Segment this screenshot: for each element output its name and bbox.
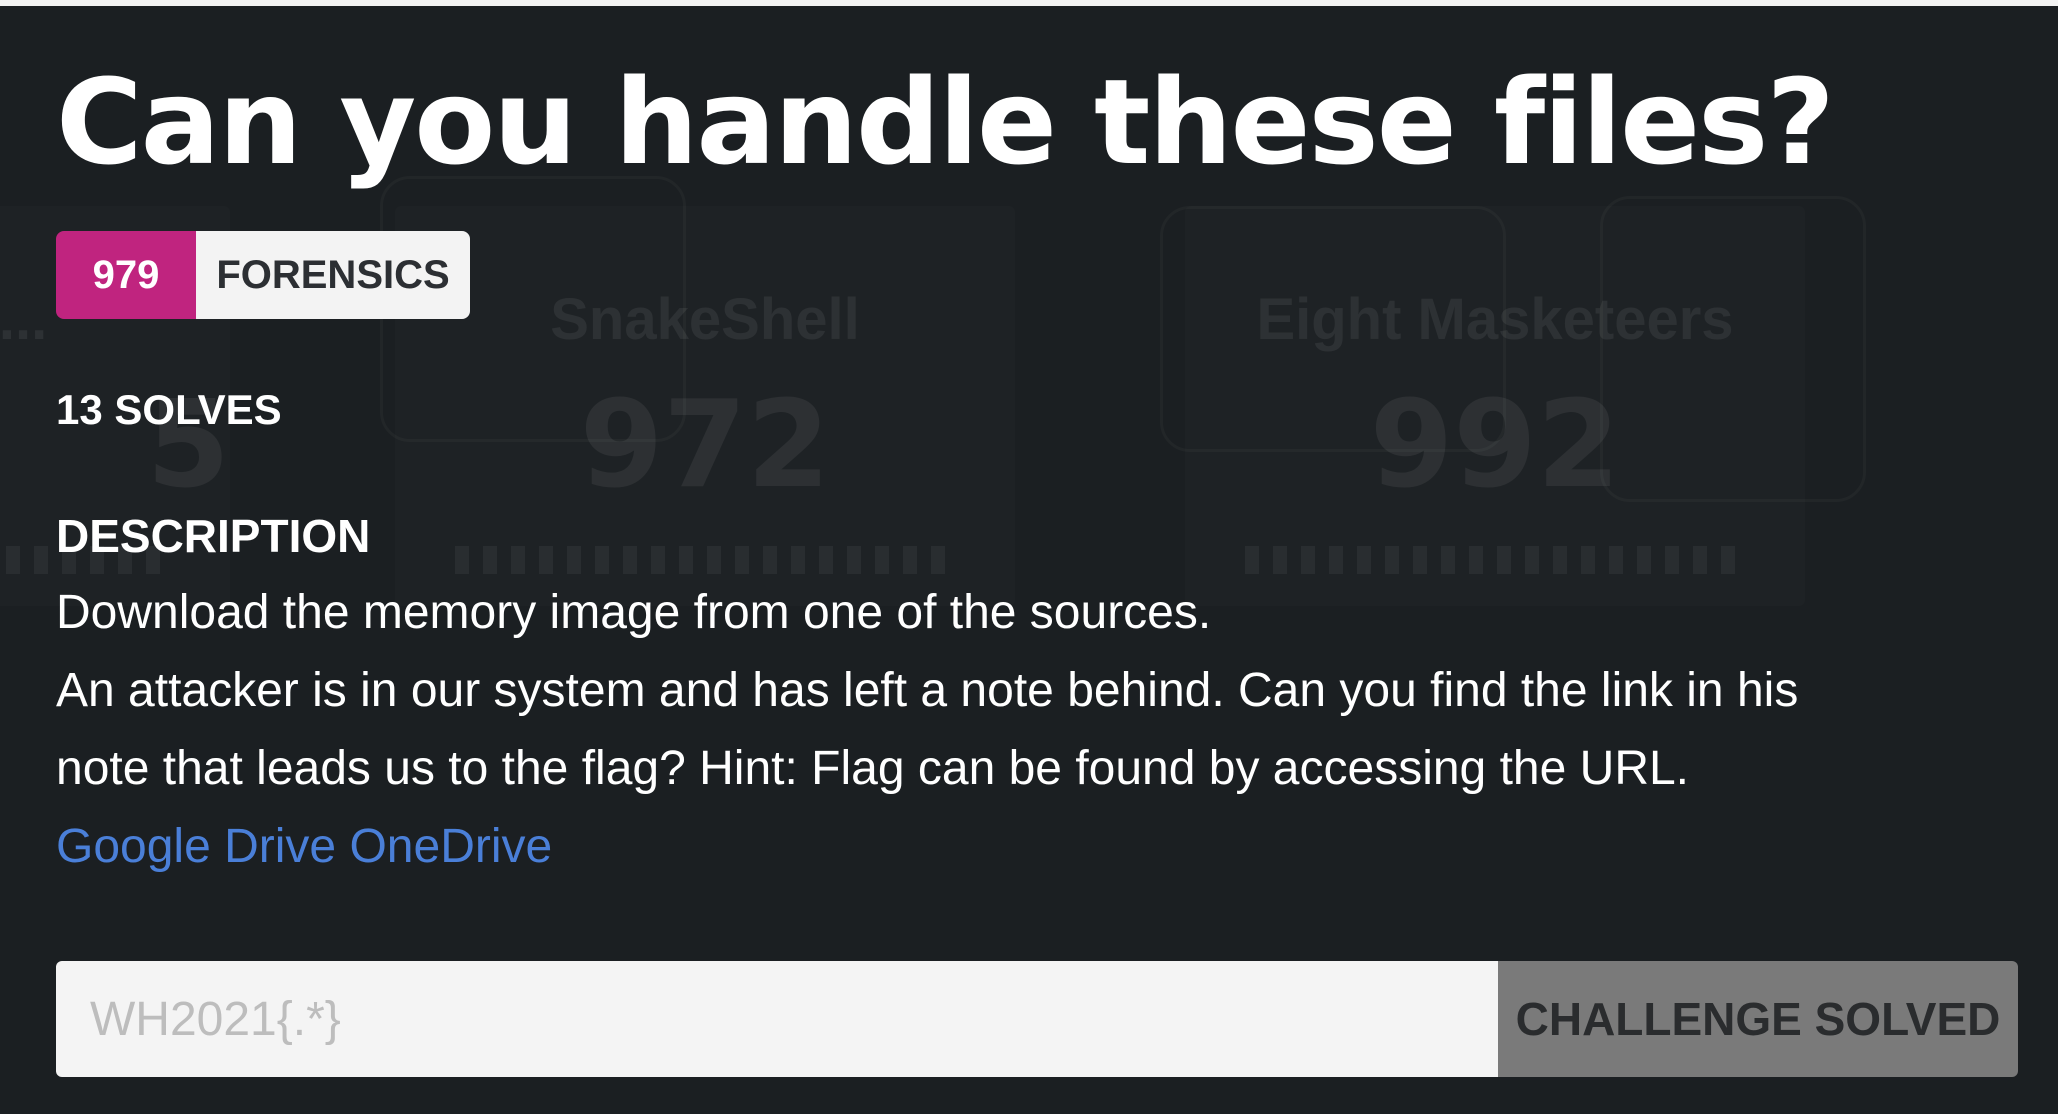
onedrive-link[interactable]: OneDrive xyxy=(349,820,552,873)
challenge-title: Can you handle these files? xyxy=(56,53,1835,191)
description-line: Download the memory image from one of th… xyxy=(56,586,1212,639)
points-badge: 979 xyxy=(56,231,196,319)
flag-input[interactable] xyxy=(56,961,1498,1077)
background-card-points: 972 xyxy=(579,376,831,515)
download-links: Google Drive OneDrive xyxy=(56,808,2016,886)
category-badge: FORENSICS xyxy=(196,231,470,319)
description-heading: DESCRIPTION xyxy=(56,510,371,562)
description-line: An attacker is in our system and has lef… xyxy=(56,664,1799,717)
background-card-dots xyxy=(1245,546,1745,574)
background-card-name: SnakeShell xyxy=(550,287,860,352)
background-circuit-decoration xyxy=(1160,206,1506,452)
background-circuit-decoration xyxy=(1600,196,1866,502)
background-card-name: Eight Masketeers xyxy=(1256,287,1734,352)
background-card: Eight Masketeers 992 xyxy=(1185,206,1805,606)
top-border xyxy=(0,0,2058,6)
challenge-solved-button[interactable]: CHALLENGE SOLVED xyxy=(1498,961,2018,1077)
solves-count: 13 SOLVES xyxy=(56,386,282,433)
description-body: Download the memory image from one of th… xyxy=(56,574,2016,886)
flag-submission-form: CHALLENGE SOLVED xyxy=(56,961,2018,1077)
description-line: note that leads us to the flag? Hint: Fl… xyxy=(56,742,1690,795)
background-card-points: 992 xyxy=(1369,376,1621,515)
background-card-dots xyxy=(455,546,955,574)
challenge-badge: 979 FORENSICS xyxy=(56,231,470,319)
google-drive-link[interactable]: Google Drive xyxy=(56,820,336,873)
background-card: SnakeShell 972 xyxy=(395,206,1015,606)
